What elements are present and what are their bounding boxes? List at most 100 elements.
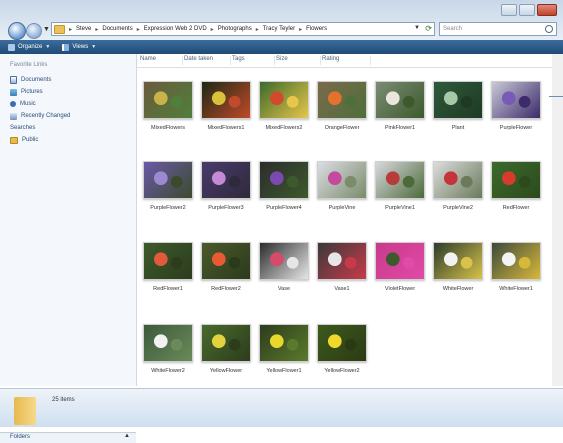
sidebar-item-public[interactable]: Public — [10, 134, 70, 146]
public-folder-icon — [10, 136, 18, 144]
file-thumbnail[interactable]: YellowFlower2 — [314, 324, 370, 382]
file-thumbnail[interactable]: WhiteFlower2 — [140, 324, 196, 382]
breadcrumb-item[interactable]: Documents — [102, 26, 132, 32]
photo-thumbnail-image — [143, 81, 193, 119]
file-thumbnail[interactable]: MixedFlowers — [140, 81, 196, 139]
folder-icon — [54, 24, 65, 34]
scroll-indicator — [549, 96, 563, 97]
file-thumbnail[interactable]: Vase1 — [314, 242, 370, 300]
file-thumbnail[interactable]: PurpleFlower2 — [140, 161, 196, 219]
search-input[interactable]: Search — [439, 22, 557, 36]
minimize-button[interactable] — [501, 4, 517, 16]
photo-thumbnail-image — [491, 242, 541, 280]
file-thumbnail[interactable]: PinkFlower1 — [372, 81, 428, 139]
photo-thumbnail-image — [491, 161, 541, 199]
photo-thumbnail-image — [143, 324, 193, 362]
pictures-icon — [10, 88, 17, 96]
breadcrumb-separator-icon[interactable]: ▸ — [299, 26, 302, 33]
file-thumbnail[interactable]: YellowFlower1 — [256, 324, 312, 382]
breadcrumb-item[interactable]: Steve — [76, 26, 91, 32]
file-thumbnail[interactable]: RedFlower1 — [140, 242, 196, 300]
breadcrumb-separator-icon[interactable]: ▸ — [137, 26, 140, 33]
column-header-date-taken[interactable]: Date taken — [181, 56, 231, 65]
favorite-links-title: Favorite Links — [10, 62, 48, 68]
file-name: Plant — [451, 125, 465, 131]
column-header-size[interactable]: Size — [273, 56, 321, 65]
close-button[interactable] — [537, 4, 557, 16]
file-thumbnail[interactable]: PurpleFlower — [488, 81, 544, 139]
breadcrumb-item[interactable]: Photographs — [218, 26, 252, 32]
sidebar-item-music[interactable]: Music — [10, 98, 70, 110]
file-name: VioletFlower — [384, 286, 416, 292]
folders-toggle[interactable]: Folders ▲ — [0, 432, 136, 443]
breadcrumb-separator-icon[interactable]: ▸ — [95, 26, 98, 33]
photo-thumbnail-image — [201, 242, 251, 280]
file-name: WhiteFlower1 — [499, 286, 533, 292]
vertical-scrollbar[interactable] — [552, 54, 563, 386]
sidebar-item-recently-changed[interactable]: Recently Changed — [10, 110, 70, 122]
photo-thumbnail-image — [143, 161, 193, 199]
file-name: PurpleFlower2 — [150, 205, 186, 211]
breadcrumb-separator-icon[interactable]: ▸ — [69, 26, 72, 33]
file-name: YellowFlower2 — [324, 368, 360, 374]
search-placeholder: Search — [443, 26, 463, 32]
sidebar-item-pictures[interactable]: Pictures — [10, 86, 70, 98]
breadcrumb-separator-icon[interactable]: ▸ — [211, 26, 214, 33]
file-thumbnail[interactable]: WhiteFlower1 — [488, 242, 544, 300]
breadcrumb-separator-icon[interactable]: ▸ — [256, 26, 259, 33]
photo-thumbnail-image — [433, 242, 483, 280]
file-name: PurpleVine1 — [385, 205, 415, 211]
file-thumbnail[interactable]: Vase — [256, 242, 312, 300]
details-pane: 25 items — [0, 388, 563, 427]
column-header-rating[interactable]: Rating — [319, 56, 371, 65]
file-name: PurpleFlower — [499, 125, 533, 131]
sidebar-item-label: Public — [22, 137, 39, 143]
breadcrumb-item[interactable]: Tracy Teyler — [263, 26, 295, 32]
sidebar-item-searches[interactable]: Searches — [10, 96, 454, 134]
item-count: 25 items — [52, 397, 75, 403]
file-thumbnail[interactable]: RedFlower — [488, 161, 544, 219]
file-thumbnail[interactable]: VioletFlower — [372, 242, 428, 300]
maximize-button[interactable] — [519, 4, 535, 16]
file-thumbnail[interactable]: PurpleFlower3 — [198, 161, 254, 219]
title-bar: ▼ ▸ Steve ▸ Documents ▸ Expression Web 2… — [0, 0, 563, 40]
file-thumbnail[interactable]: PurpleVine — [314, 161, 370, 219]
search-icon[interactable] — [545, 25, 553, 33]
file-thumbnail[interactable]: MixedFlowers1 — [198, 81, 254, 139]
file-thumbnail[interactable]: OrangeFlower — [314, 81, 370, 139]
photo-thumbnail-image — [317, 242, 367, 280]
organize-button[interactable]: Organize ▼ — [8, 43, 51, 51]
address-bar[interactable]: ▸ Steve ▸ Documents ▸ Expression Web 2 D… — [51, 22, 435, 36]
photo-thumbnail-image — [201, 81, 251, 119]
views-button[interactable]: Views ▼ — [62, 43, 97, 51]
column-headers: Name Date taken Tags Size Rating — [137, 54, 563, 68]
photo-thumbnail-image — [317, 324, 367, 362]
file-thumbnail[interactable]: PurpleVine1 — [372, 161, 428, 219]
file-name: PurpleFlower4 — [266, 205, 302, 211]
file-name: WhiteFlower2 — [151, 368, 185, 374]
column-header-tags[interactable]: Tags — [229, 56, 275, 65]
chevron-down-icon: ▼ — [91, 44, 97, 50]
file-thumbnail[interactable]: PurpleVine2 — [430, 161, 486, 219]
sidebar-item-label: Searches — [10, 125, 36, 131]
breadcrumb-item[interactable]: Flowers — [306, 26, 327, 32]
file-thumbnail[interactable]: MixedFlowers2 — [256, 81, 312, 139]
photo-thumbnail-image — [375, 161, 425, 199]
file-thumbnail[interactable]: YellowFlower — [198, 324, 254, 382]
recent-pages-chevron-icon[interactable]: ▼ — [43, 26, 50, 33]
back-button[interactable] — [8, 22, 26, 40]
forward-button[interactable] — [26, 23, 42, 39]
breadcrumb-item[interactable]: Expression Web 2 DVD — [144, 26, 207, 32]
file-name: PurpleVine2 — [443, 205, 473, 211]
file-thumbnail[interactable]: WhiteFlower — [430, 242, 486, 300]
file-thumbnail[interactable]: PurpleFlower4 — [256, 161, 312, 219]
file-thumbnail[interactable]: Plant — [430, 81, 486, 139]
address-dropdown-icon[interactable]: ▼ — [414, 25, 420, 31]
photo-thumbnail-image — [433, 161, 483, 199]
chevron-down-icon: ▼ — [45, 44, 51, 50]
refresh-icon[interactable]: ⟳ — [425, 24, 432, 33]
column-header-name[interactable]: Name — [137, 56, 183, 65]
file-thumbnail[interactable]: RedFlower2 — [198, 242, 254, 300]
command-toolbar: Organize ▼ Views ▼ — [0, 40, 563, 54]
sidebar-item-documents[interactable]: Documents — [10, 74, 70, 86]
